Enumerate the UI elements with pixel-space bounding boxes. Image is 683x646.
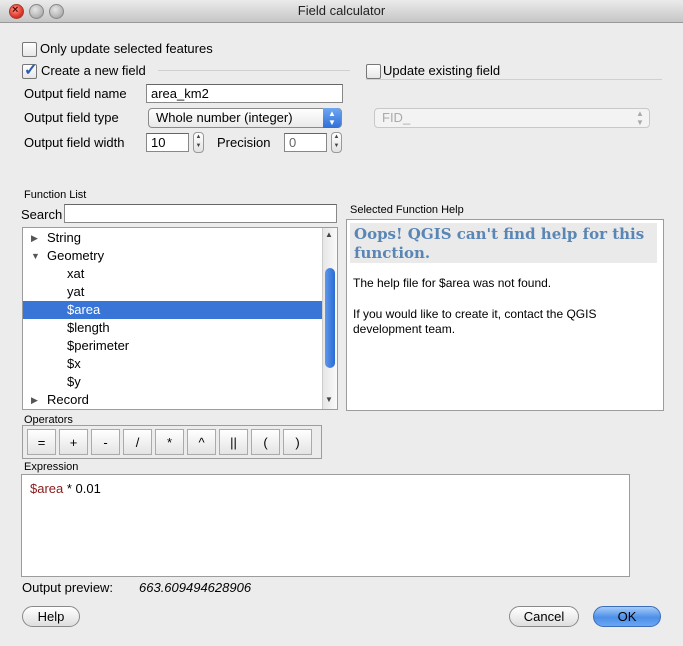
multiply-operator-button[interactable]: *: [155, 429, 184, 455]
only-update-selected-label: Only update selected features: [40, 41, 213, 56]
cancel-button[interactable]: Cancel: [509, 606, 579, 627]
divider: [366, 79, 662, 80]
chevron-down-icon[interactable]: ▼: [31, 247, 40, 265]
function-list-title: Function List: [24, 189, 87, 201]
create-new-field-checkbox[interactable]: [22, 60, 37, 80]
window-title: Field calculator: [297, 3, 386, 18]
help-button[interactable]: Help: [22, 606, 80, 627]
list-item[interactable]: xat: [23, 265, 322, 283]
list-item[interactable]: ▶ Record: [23, 391, 322, 409]
output-field-type-select[interactable]: Whole number (integer) ▲ ▼: [148, 108, 342, 128]
plus-operator-button[interactable]: +: [59, 429, 88, 455]
search-input[interactable]: [64, 204, 337, 223]
precision-spinner-icon[interactable]: ▲ ▼: [331, 132, 342, 153]
output-preview-label: Output preview:: [22, 580, 114, 595]
expression-field-ref: $area: [30, 481, 64, 496]
output-field-width-input[interactable]: 10: [146, 133, 189, 152]
precision-input[interactable]: 0: [284, 133, 327, 152]
list-item[interactable]: $length: [23, 319, 322, 337]
help-heading: Oops! QGIS can't find help for this func…: [350, 223, 657, 263]
list-item[interactable]: yat: [23, 283, 322, 301]
expression-rest: * 0.01: [63, 481, 101, 496]
search-label: Search: [21, 207, 63, 222]
help-title: Selected Function Help: [350, 204, 464, 216]
list-item[interactable]: $y: [23, 373, 322, 391]
existing-field-value: FID_: [382, 110, 411, 125]
equals-operator-button[interactable]: =: [27, 429, 56, 455]
width-spinner-icon[interactable]: ▲ ▼: [193, 132, 204, 153]
scroll-down-icon[interactable]: ▼: [325, 395, 333, 404]
output-field-width-label: Output field width: [24, 135, 125, 150]
only-update-selected-checkbox[interactable]: [22, 42, 37, 57]
field-calculator-dialog: × Field calculator Only update selected …: [0, 0, 683, 646]
create-new-field-label: Create a new field: [41, 63, 146, 78]
expression-editor[interactable]: $area * 0.01: [21, 474, 630, 577]
output-field-type-value: Whole number (integer): [156, 110, 293, 125]
existing-field-select[interactable]: FID_ ▲ ▼: [374, 108, 650, 128]
list-item[interactable]: ▼ Geometry: [23, 247, 322, 265]
divider: [158, 70, 350, 71]
function-list-scrollbar[interactable]: ▲ ▼: [322, 228, 337, 409]
output-preview-value: 663.609494628906: [139, 580, 252, 595]
power-operator-button[interactable]: ^: [187, 429, 216, 455]
close-paren-button[interactable]: ): [283, 429, 312, 455]
list-item[interactable]: $x: [23, 355, 322, 373]
update-existing-field-label: Update existing field: [383, 63, 501, 78]
function-list: ▶ String ▼ Geometry xat yat $area $lengt…: [22, 227, 338, 410]
updown-arrows-icon: ▲ ▼: [636, 109, 644, 127]
open-paren-button[interactable]: (: [251, 429, 280, 455]
precision-label: Precision: [217, 135, 271, 150]
output-field-name-label: Output field name: [24, 86, 127, 101]
title-bar: × Field calculator: [0, 0, 683, 23]
output-field-type-label: Output field type: [24, 110, 119, 125]
list-item[interactable]: $perimeter: [23, 337, 322, 355]
scroll-up-icon[interactable]: ▲: [325, 230, 333, 239]
help-not-found-text: The help file for $area was not found.: [353, 276, 552, 290]
update-existing-field-checkbox[interactable]: [366, 64, 381, 79]
minus-operator-button[interactable]: -: [91, 429, 120, 455]
output-field-name-input[interactable]: area_km2: [146, 84, 343, 103]
updown-arrows-icon: ▲ ▼: [323, 108, 341, 128]
operators-group: = + - / * ^ || ( ): [22, 425, 322, 459]
scrollbar-thumb[interactable]: [325, 268, 335, 368]
chevron-right-icon[interactable]: ▶: [31, 391, 38, 409]
expression-title: Expression: [24, 461, 79, 473]
help-contact-text: If you would like to create it, contact …: [353, 307, 597, 336]
chevron-right-icon[interactable]: ▶: [31, 229, 38, 247]
function-help-panel: Oops! QGIS can't find help for this func…: [346, 219, 664, 411]
concat-operator-button[interactable]: ||: [219, 429, 248, 455]
divide-operator-button[interactable]: /: [123, 429, 152, 455]
list-item-selected[interactable]: $area: [23, 301, 322, 319]
list-item[interactable]: ▶ String: [23, 229, 322, 247]
ok-button[interactable]: OK: [593, 606, 661, 627]
